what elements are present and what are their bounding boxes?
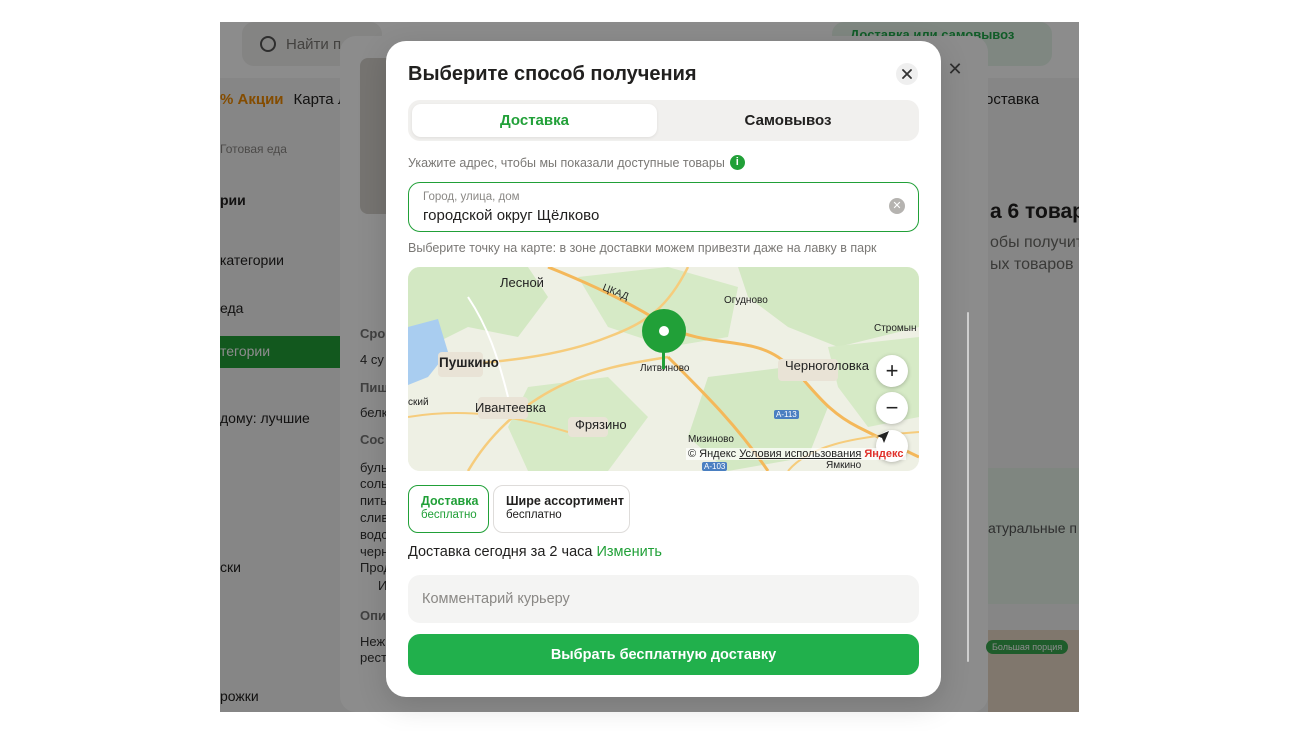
map-hint: Выберите точку на карте: в зоне доставки… bbox=[408, 241, 877, 255]
plus-icon: + bbox=[885, 358, 899, 383]
delivery-method-switch: Доставка Самовывоз bbox=[408, 100, 919, 141]
zoom-out-button[interactable]: − bbox=[876, 392, 908, 424]
map-copyright: © Яндекс bbox=[688, 448, 737, 460]
scrollbar[interactable] bbox=[967, 312, 969, 662]
navigation-arrow-icon bbox=[877, 431, 889, 443]
map-attribution: © Яндекс Условия использования Яндекс bbox=[686, 448, 906, 460]
address-hint: Укажите адрес, чтобы мы показали доступн… bbox=[408, 155, 745, 170]
map-label: Ивантеевка bbox=[475, 400, 546, 415]
delivery-time-text: Доставка сегодня за 2 часа bbox=[408, 544, 593, 560]
map-label: Пушкино bbox=[439, 355, 499, 370]
option-delivery[interactable]: Доставка бесплатно bbox=[408, 485, 489, 533]
address-field-label: Город, улица, дом bbox=[423, 191, 520, 203]
option-wide-assortment[interactable]: Шире ассортимент бесплатно bbox=[493, 485, 630, 533]
yandex-logo: Яндекс bbox=[864, 448, 904, 460]
modal-title: Выберите способ получения bbox=[408, 63, 697, 85]
option-title: Шире ассортимент bbox=[506, 494, 624, 508]
map-pin-stem bbox=[662, 351, 665, 369]
location-pin-dot bbox=[659, 326, 669, 336]
minus-icon: − bbox=[885, 395, 899, 420]
courier-comment-input[interactable]: Комментарий курьеру bbox=[408, 575, 919, 623]
map-label: Черноголовка bbox=[785, 358, 870, 373]
location-pin-icon[interactable] bbox=[642, 309, 686, 353]
option-subtitle: бесплатно bbox=[506, 509, 562, 521]
info-icon[interactable]: i bbox=[729, 155, 745, 170]
map-label: Стромын bbox=[874, 323, 917, 334]
close-button[interactable] bbox=[896, 63, 918, 85]
delivery-method-modal: Выберите способ получения Доставка Самов… bbox=[386, 41, 941, 697]
map-label: Фрязино bbox=[575, 417, 627, 432]
change-link[interactable]: Изменить bbox=[596, 544, 661, 560]
option-title: Доставка bbox=[421, 494, 479, 508]
road-badge: А-113 bbox=[774, 410, 799, 419]
map-label: Ямкино bbox=[826, 460, 862, 471]
choose-free-delivery-button[interactable]: Выбрать бесплатную доставку bbox=[408, 634, 919, 675]
delivery-time-info: Доставка сегодня за 2 часа Изменить bbox=[408, 544, 662, 560]
address-input[interactable]: городской округ Щёлково bbox=[423, 207, 599, 224]
clear-icon[interactable]: ✕ bbox=[889, 198, 905, 214]
tab-delivery[interactable]: Доставка bbox=[412, 104, 657, 137]
map-label: Мизиново bbox=[688, 434, 734, 445]
zoom-in-button[interactable]: + bbox=[876, 355, 908, 387]
map-label: Лесной bbox=[500, 275, 544, 290]
address-hint-text: Укажите адрес, чтобы мы показали доступн… bbox=[408, 155, 725, 170]
map-label: ский bbox=[408, 397, 429, 408]
road-badge: А-103 bbox=[702, 462, 728, 471]
map-terms-link[interactable]: Условия использования bbox=[739, 448, 861, 460]
address-field[interactable]: Город, улица, дом городской округ Щёлков… bbox=[408, 182, 919, 232]
map-label: Огудново bbox=[724, 295, 768, 306]
delivery-map[interactable]: Лесной ЦКАД Огудново Стромын Пушкино Лит… bbox=[408, 267, 919, 471]
close-icon bbox=[902, 69, 912, 79]
tab-pickup[interactable]: Самовывоз bbox=[661, 104, 915, 137]
option-subtitle: бесплатно bbox=[421, 509, 477, 521]
